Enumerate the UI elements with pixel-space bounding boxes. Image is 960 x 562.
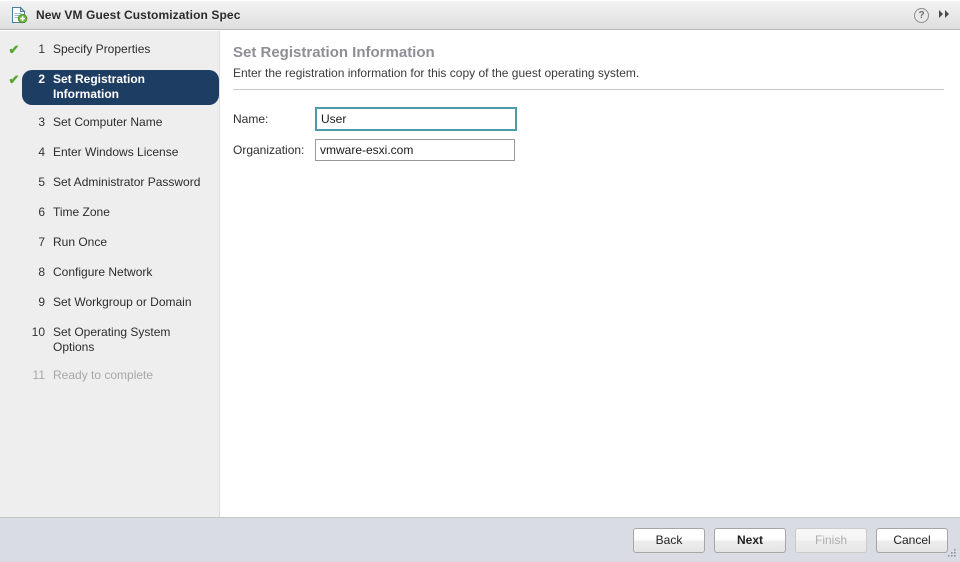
step-pill: 1 Specify Properties [22,40,160,60]
step-number: 6 [38,205,45,219]
sidebar-step-11: 11 Ready to complete [0,366,219,388]
step-complete-check-icon: ✔ [8,72,20,87]
cancel-button[interactable]: Cancel [876,527,948,553]
step-number: 8 [38,265,45,279]
step-pill: 8 Configure Network [22,263,162,283]
window-title: New VM Guest Customization Spec [36,7,241,22]
name-input[interactable] [315,107,517,131]
resize-grip[interactable] [945,547,957,559]
step-label: Set Operating System Options [53,325,171,354]
double-chevron-right-icon[interactable] [938,9,952,21]
step-pill: 4 Enter Windows License [22,143,188,163]
sidebar-step-7[interactable]: 7 Run Once [0,233,219,255]
step-label: Run Once [53,235,108,249]
form-row: Name: [233,105,944,133]
organization-input[interactable] [315,139,515,161]
step-label: Time Zone [53,205,110,219]
wizard-steps-sidebar: ✔ 1 Specify Properties ✔ 2 Set Registration I… [0,31,220,517]
step-pill: 6 Time Zone [22,203,120,223]
step-pill: 2 Set Registration Information [22,70,219,105]
finish-button: Finish [795,527,867,553]
step-number: 3 [38,115,45,129]
field-label: Name: [233,111,269,126]
step-label: Set Computer Name [53,115,163,129]
step-label: Configure Network [53,265,153,279]
step-number: 4 [38,145,45,159]
step-label: Specify Properties [53,42,151,56]
title-bar-controls: ? [914,0,952,30]
sidebar-step-9[interactable]: 9 Set Workgroup or Domain [0,293,219,315]
sidebar-step-4[interactable]: 4 Enter Windows License [0,143,219,165]
sidebar-step-10[interactable]: 10 Set Operating System Options [0,323,219,358]
form-row: Organization: [233,136,944,164]
step-label: Set Registration Information [53,72,146,101]
next-button[interactable]: Next [714,527,786,553]
wizard-footer: Back Next Finish Cancel [0,517,960,562]
step-number: 9 [38,295,45,309]
step-number: 7 [38,235,45,249]
sidebar-step-1[interactable]: ✔ 1 Specify Properties [0,40,219,62]
step-number: 2 [38,72,45,86]
help-icon[interactable]: ? [914,7,929,23]
page-subtitle: Enter the registration information for t… [233,66,640,80]
step-pill: 10 Set Operating System Options [22,323,219,358]
step-number: 10 [31,325,45,339]
page-title: Set Registration Information [233,44,435,61]
sidebar-step-3[interactable]: 3 Set Computer Name [0,113,219,135]
step-label: Set Administrator Password [53,175,201,189]
sidebar-step-8[interactable]: 8 Configure Network [0,263,219,285]
step-label: Ready to complete [53,368,154,382]
step-pill: 9 Set Workgroup or Domain [22,293,202,313]
sidebar-step-6[interactable]: 6 Time Zone [0,203,219,225]
wizard-content-panel: Set Registration Information Enter the r… [221,31,960,517]
step-number: 1 [38,42,45,56]
back-button[interactable]: Back [633,527,705,553]
step-pill: 3 Set Computer Name [22,113,172,133]
step-number: 5 [38,175,45,189]
sidebar-step-5[interactable]: 5 Set Administrator Password [0,173,219,195]
step-label: Enter Windows License [53,145,179,159]
content-divider [233,89,944,90]
step-label: Set Workgroup or Domain [53,295,192,309]
sidebar-step-2[interactable]: ✔ 2 Set Registration Information [0,70,219,105]
step-complete-check-icon: ✔ [8,42,20,57]
step-pill: 7 Run Once [22,233,117,253]
step-pill: 5 Set Administrator Password [22,173,210,193]
registration-form: Name: Organization: [233,105,944,164]
field-label: Organization: [233,142,305,157]
step-number: 11 [32,368,45,382]
new-document-icon [10,5,28,24]
wizard-window: New VM Guest Customization Spec ? ✔ 1 Spec… [0,0,960,562]
title-bar: New VM Guest Customization Spec ? [0,0,960,30]
step-pill: 11 Ready to complete [22,366,163,386]
